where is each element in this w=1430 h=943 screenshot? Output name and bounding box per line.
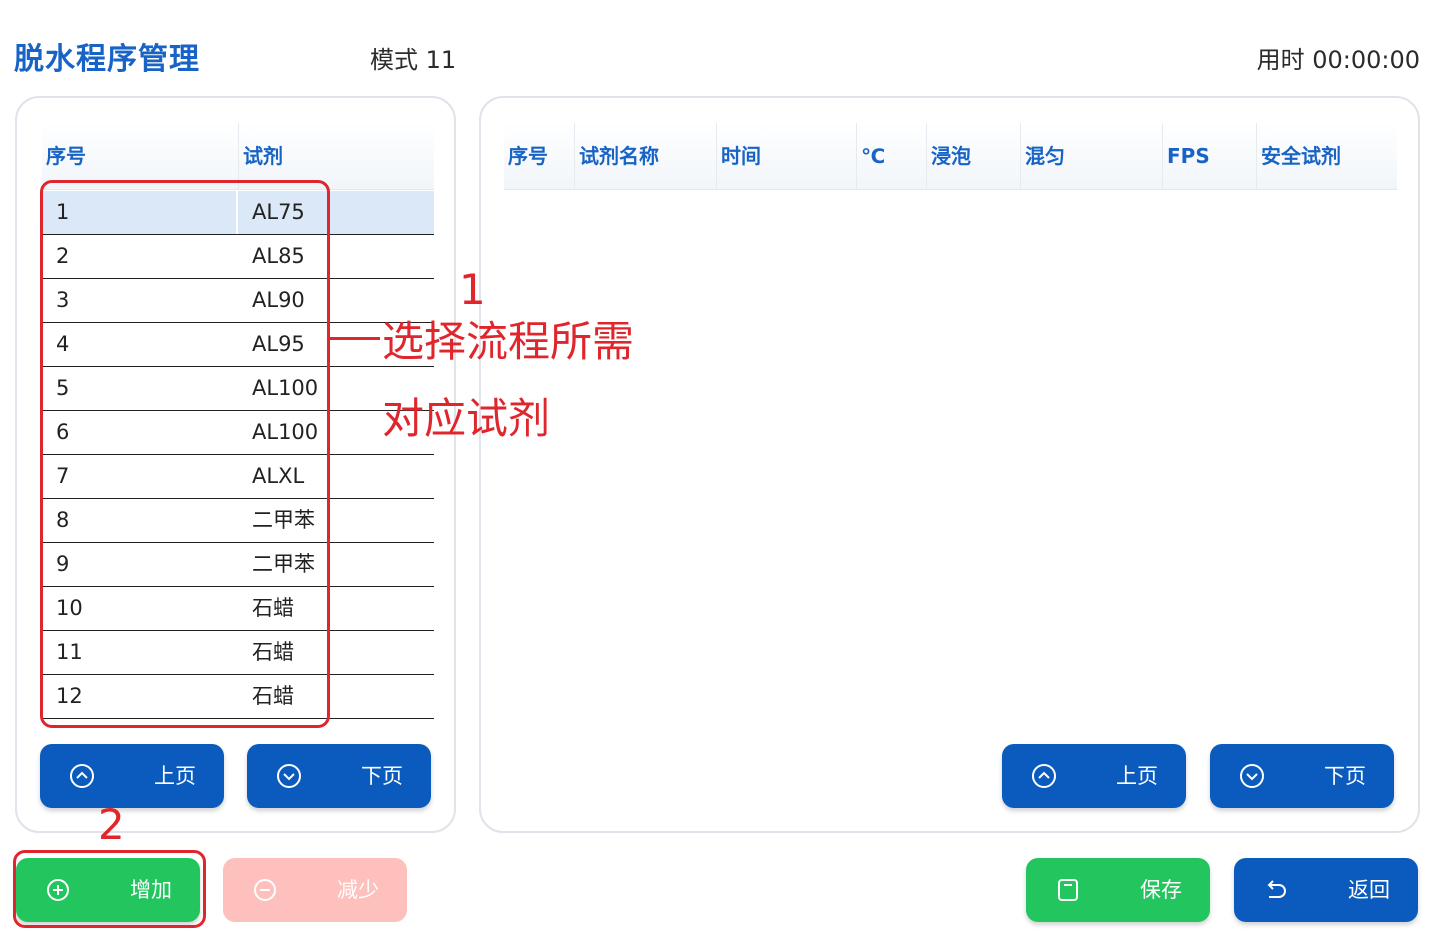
program-table-header: 序号 试剂名称 时间 ℃ 浸泡 混匀 FPS 安全试剂: [504, 123, 1397, 190]
column-header-reagent-name: 试剂名称: [574, 123, 716, 189]
save-button[interactable]: 保存: [1026, 858, 1210, 922]
chevron-down-circle-icon: [277, 764, 301, 788]
left-prev-page-button[interactable]: 上页: [40, 744, 224, 808]
column-header-temperature: ℃: [856, 123, 926, 189]
column-header-safe-reagent: 安全试剂: [1256, 123, 1397, 189]
back-label: 返回: [1348, 878, 1390, 902]
prev-page-label: 上页: [154, 764, 196, 788]
save-disk-icon: [1058, 879, 1078, 901]
prev-page-label: 上页: [1116, 764, 1158, 788]
program-steps-panel: 序号 试剂名称 时间 ℃ 浸泡 混匀 FPS 安全试剂 上页 下页: [479, 96, 1420, 833]
next-page-label: 下页: [361, 764, 403, 788]
remove-button[interactable]: 减少: [223, 858, 407, 922]
minus-circle-icon: [254, 879, 276, 901]
left-next-page-button[interactable]: 下页: [247, 744, 431, 808]
mode-label: 模式 11: [370, 46, 457, 74]
column-header-soak: 浸泡: [926, 123, 1020, 189]
next-page-label: 下页: [1324, 764, 1366, 788]
annotation-step2-number: 2: [98, 800, 125, 849]
column-header-fps: FPS: [1162, 123, 1256, 189]
annotation-step1-number: 1: [459, 265, 486, 314]
chevron-down-circle-icon: [1240, 764, 1264, 788]
chevron-up-circle-icon: [1032, 764, 1056, 788]
undo-arrow-icon: [1267, 880, 1286, 898]
annotation-connector-line: [330, 337, 380, 340]
annotation-step1-text-line2: 对应试剂: [382, 394, 551, 443]
column-header-mix: 混匀: [1020, 123, 1162, 189]
page-title: 脱水程序管理: [14, 42, 200, 77]
right-next-page-button[interactable]: 下页: [1210, 744, 1394, 808]
annotation-add-highlight: [13, 850, 206, 928]
annotation-reagent-highlight: [40, 180, 330, 728]
column-header-index: 序号: [508, 144, 548, 168]
chevron-up-circle-icon: [70, 764, 94, 788]
save-label: 保存: [1140, 878, 1182, 902]
column-header-time: 时间: [716, 123, 856, 189]
annotation-step1-text: 选择流程所需: [382, 317, 635, 366]
back-button[interactable]: 返回: [1234, 858, 1418, 922]
right-prev-page-button[interactable]: 上页: [1002, 744, 1186, 808]
elapsed-time: 用时 00:00:00: [1256, 46, 1420, 74]
remove-label: 减少: [337, 878, 379, 902]
